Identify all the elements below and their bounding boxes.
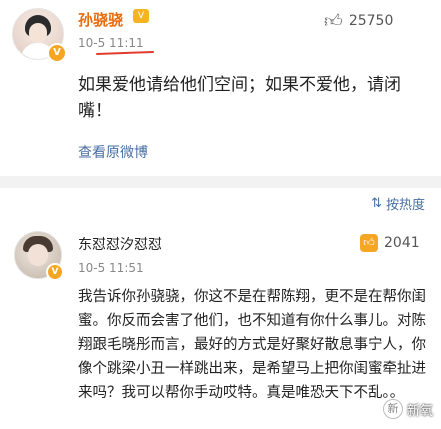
view-original-link[interactable]: 查看原微博 <box>78 142 148 162</box>
sort-label: 按热度 <box>385 198 425 213</box>
level-icon: V <box>133 9 149 23</box>
verified-icon: V <box>46 263 64 281</box>
avatar-face <box>29 23 47 43</box>
sort-icon: ⇅ <box>371 196 382 211</box>
watermark-logo: 新 <box>382 399 403 419</box>
comment-sort-bar: ⇅ 按热度 <box>0 188 441 218</box>
watermark: 新 新氧 <box>382 399 433 419</box>
post-like-count: 25750 <box>348 13 394 29</box>
comment-item: V 东怼怼汐怼怼 10-5 11:51 👍︎ 2041 我告诉你孙骁骁，你这不是… <box>0 218 441 429</box>
comment-text: 我告诉你孙骁骁，你这不是在帮陈翔，更不是在帮你闺蜜。你反而会害了他们，也不知道有… <box>78 289 426 401</box>
post-timestamp: 10-5 11:11 <box>78 36 144 50</box>
comment-like-count: 2041 <box>384 235 420 251</box>
section-separator <box>0 176 441 188</box>
commenter-avatar-face <box>28 244 48 266</box>
watermark-text: 新氧 <box>406 403 433 419</box>
comment-timestamp: 10-5 11:51 <box>78 261 144 275</box>
sort-by-hot-button[interactable]: ⇅ 按热度 <box>371 194 425 213</box>
post-like-button[interactable]: 👍︎ 25750 <box>324 10 393 32</box>
weibo-post: V 孙骁骁 V 10-5 11:11 👍︎ 25750 如果爱他请给他们空间；如… <box>0 0 441 186</box>
red-underline-annotation <box>95 50 155 56</box>
post-author-name[interactable]: 孙骁骁 <box>78 9 123 30</box>
thumb-up-filled-icon: 👍︎ <box>360 234 378 252</box>
thumb-up-icon: 👍︎ <box>324 11 343 32</box>
comment-like-button[interactable]: 👍︎ 2041 <box>360 234 420 252</box>
verified-icon: V <box>47 43 67 63</box>
post-text: 如果爱他请给他们空间；如果不爱他，请闭嘴！ <box>78 75 401 121</box>
commenter-name[interactable]: 东怼怼汐怼怼 <box>78 234 162 254</box>
